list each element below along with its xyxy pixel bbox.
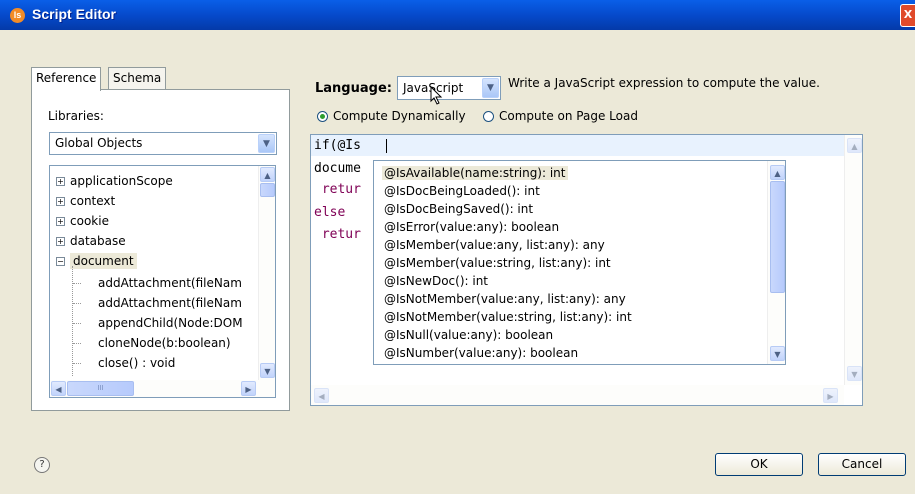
- scroll-down-icon[interactable]: ▼: [847, 366, 862, 381]
- tree-vertical-scrollbar[interactable]: ▲ ▼: [258, 166, 275, 380]
- autocomplete-item[interactable]: @IsDocBeingSaved(): int: [384, 202, 533, 216]
- ok-button[interactable]: OK: [715, 453, 803, 476]
- tree-horizontal-scrollbar[interactable]: ◀ III ▶: [50, 380, 275, 397]
- scroll-right-icon[interactable]: ▶: [823, 388, 838, 403]
- reference-panel: Reference Schema Libraries: Global Objec…: [31, 67, 290, 411]
- library-tree: + applicationScope + context + cookie + …: [49, 165, 276, 398]
- scroll-left-icon[interactable]: ◀: [51, 381, 66, 396]
- autocomplete-item[interactable]: @IsDocBeingLoaded(): int: [384, 184, 540, 198]
- scroll-thumb[interactable]: [770, 181, 785, 293]
- libraries-label: Libraries:: [48, 109, 104, 123]
- expand-icon[interactable]: +: [56, 217, 65, 226]
- tree-item-label: addAttachment(fileNam: [98, 296, 242, 310]
- autocomplete-scrollbar[interactable]: ▲ ▼: [767, 161, 785, 364]
- expand-icon[interactable]: +: [56, 177, 65, 186]
- collapse-icon[interactable]: −: [56, 257, 65, 266]
- compute-dynamically-label[interactable]: Compute Dynamically: [333, 109, 466, 123]
- tree-item-label: appendChild(Node:DOM: [98, 316, 243, 330]
- scroll-up-icon[interactable]: ▲: [260, 167, 275, 182]
- app-icon: ls: [10, 8, 25, 23]
- title-bar: ls Script Editor X: [0, 0, 915, 30]
- tree-item-label: applicationScope: [70, 174, 173, 188]
- autocomplete-item[interactable]: @IsNotMember(value:any, list:any): any: [384, 292, 626, 306]
- autocomplete-item[interactable]: @IsMember(value:string, list:any): int: [384, 256, 611, 270]
- scroll-up-icon[interactable]: ▲: [770, 165, 785, 180]
- autocomplete-popup: @IsAvailable(name:string): int @IsDocBei…: [373, 160, 786, 365]
- libraries-dropdown[interactable]: Global Objects ▼: [49, 132, 277, 155]
- autocomplete-item[interactable]: @IsNumber(value:any): boolean: [384, 346, 578, 360]
- language-hint: Write a JavaScript expression to compute…: [508, 76, 820, 90]
- autocomplete-item[interactable]: @IsError(value:any): boolean: [384, 220, 559, 234]
- expand-icon[interactable]: +: [56, 237, 65, 246]
- compute-dynamically-radio[interactable]: [317, 111, 328, 122]
- close-button[interactable]: X: [900, 4, 915, 27]
- autocomplete-item[interactable]: @IsNewDoc(): int: [384, 274, 488, 288]
- tab-reference[interactable]: Reference: [31, 67, 102, 91]
- language-label: Language:: [315, 81, 392, 96]
- code-line: if(@Is: [314, 138, 361, 153]
- tree-item-label: document: [70, 253, 137, 269]
- chevron-down-icon[interactable]: ▼: [258, 134, 275, 153]
- scroll-down-icon[interactable]: ▼: [260, 363, 275, 378]
- scroll-left-icon[interactable]: ◀: [314, 388, 329, 403]
- language-dropdown[interactable]: JavaScript ▼: [397, 76, 501, 100]
- code-line: retur: [314, 227, 361, 242]
- tab-schema[interactable]: Schema: [108, 67, 167, 89]
- autocomplete-item[interactable]: @IsMember(value:any, list:any): any: [384, 238, 605, 252]
- tree-item-label: database: [70, 234, 126, 248]
- compute-on-page-load-label[interactable]: Compute on Page Load: [499, 109, 638, 123]
- compute-on-page-load-radio[interactable]: [483, 111, 494, 122]
- editor-horizontal-scrollbar[interactable]: ◀ ▶: [311, 385, 844, 405]
- scroll-thumb[interactable]: III: [67, 381, 134, 396]
- text-caret: [386, 139, 387, 153]
- tree-item-label: close() : void: [98, 356, 176, 370]
- editor-vertical-scrollbar[interactable]: ▲ ▼: [844, 135, 862, 385]
- tree-item-label: context: [70, 194, 116, 208]
- cancel-button[interactable]: Cancel: [818, 453, 906, 476]
- tree-item-label: cloneNode(b:boolean): [98, 336, 231, 350]
- help-icon[interactable]: ?: [34, 457, 50, 473]
- chevron-down-icon[interactable]: ▼: [482, 78, 499, 98]
- autocomplete-item[interactable]: @IsAvailable(name:string): int: [382, 166, 568, 180]
- scroll-thumb[interactable]: [260, 183, 275, 197]
- autocomplete-item[interactable]: @IsNull(value:any): boolean: [384, 328, 553, 342]
- code-line: retur: [314, 182, 361, 197]
- scroll-down-icon[interactable]: ▼: [770, 346, 785, 361]
- autocomplete-item[interactable]: @IsNotMember(value:string, list:any): in…: [384, 310, 632, 324]
- current-line-highlight: [311, 135, 844, 156]
- mouse-cursor-icon: [430, 86, 443, 105]
- window-title: Script Editor: [32, 6, 117, 22]
- expand-icon[interactable]: +: [56, 197, 65, 206]
- scroll-right-icon[interactable]: ▶: [241, 381, 256, 396]
- tree-item-label: cookie: [70, 214, 109, 228]
- libraries-selected: Global Objects: [55, 136, 143, 150]
- scroll-up-icon[interactable]: ▲: [847, 138, 862, 153]
- code-line: docume: [314, 161, 361, 176]
- code-line: else: [314, 205, 346, 220]
- tree-item-label: addAttachment(fileNam: [98, 276, 242, 290]
